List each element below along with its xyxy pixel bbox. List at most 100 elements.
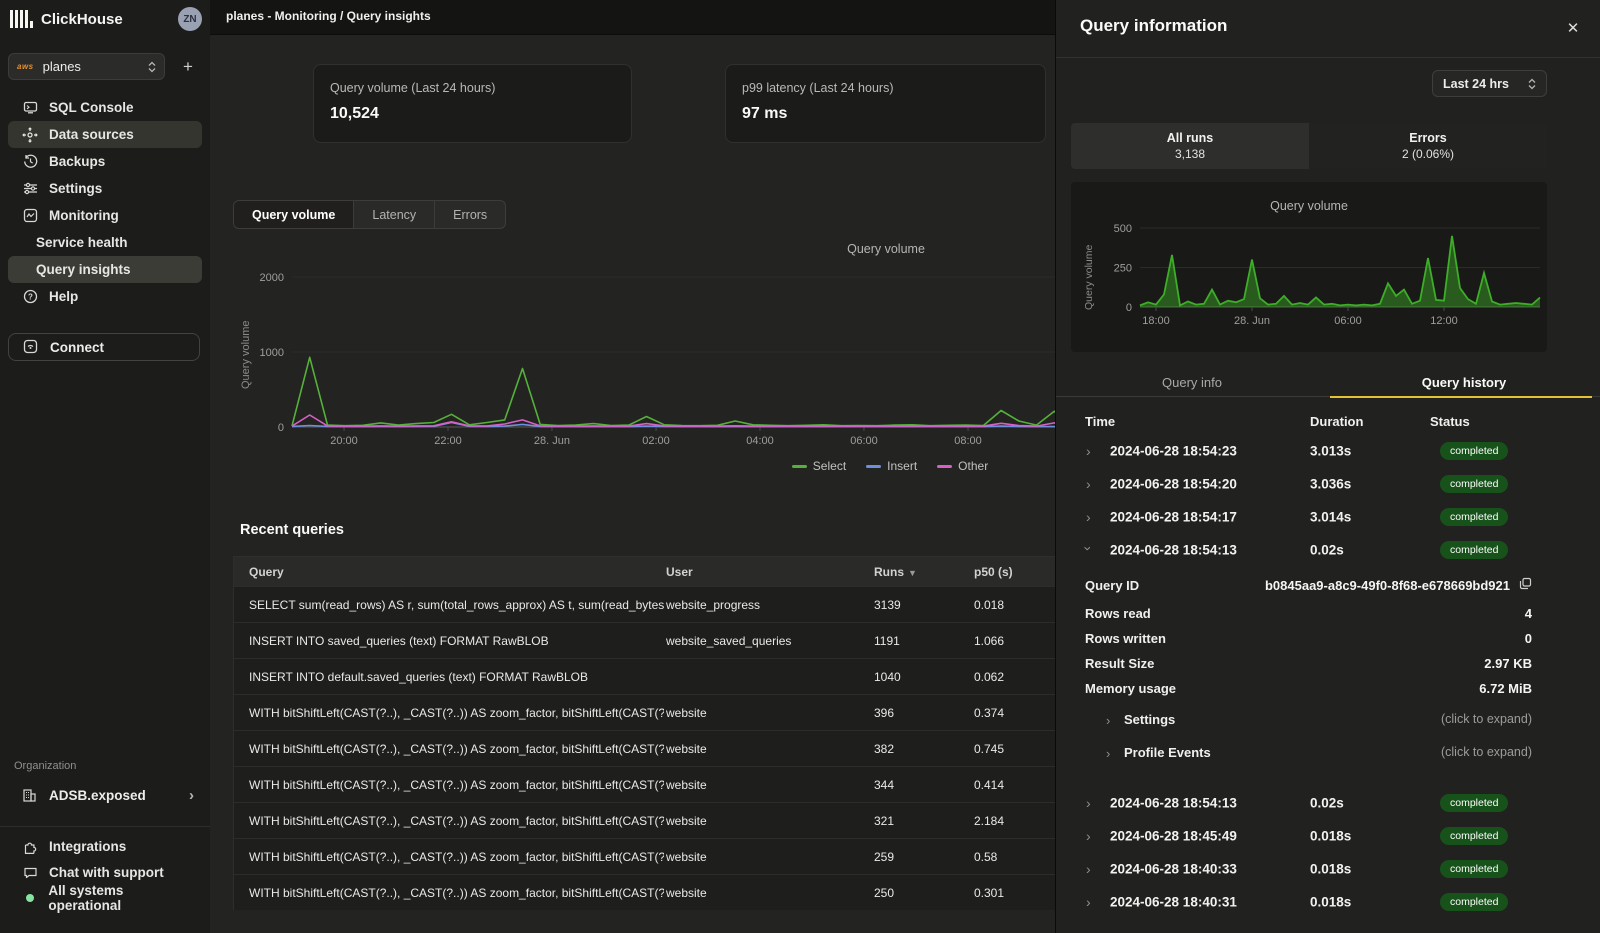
sidebar-item-backups[interactable]: Backups — [8, 148, 202, 175]
table-row[interactable]: SELECT sum(read_rows) AS r, sum(total_ro… — [234, 586, 1055, 622]
sidebar-item-data-sources[interactable]: Data sources — [8, 121, 202, 148]
connect-icon — [23, 339, 39, 355]
tab-latency[interactable]: Latency — [354, 201, 435, 228]
chevron-right-icon[interactable]: › — [1086, 861, 1091, 877]
legend-item-insert[interactable]: Insert — [866, 459, 917, 473]
history-row[interactable]: ›2024-06-28 18:40:310.018scompleted — [1056, 885, 1600, 918]
integrations-icon — [22, 838, 38, 854]
cell-user: website_saved_queries — [664, 634, 874, 648]
legend-item-other[interactable]: Other — [937, 459, 988, 473]
legend-label: Select — [813, 459, 846, 473]
history-row[interactable]: ›2024-06-28 18:45:490.018scompleted — [1056, 819, 1600, 852]
chevron-right-icon[interactable]: › — [1086, 828, 1091, 844]
table-row[interactable]: WITH bitShiftLeft(CAST(?..), _CAST(?..))… — [234, 802, 1055, 838]
history-rows: ›2024-06-28 18:54:233.013scompleted›2024… — [1056, 434, 1600, 566]
tab-query-history[interactable]: Query history — [1328, 368, 1600, 396]
cell-query: WITH bitShiftLeft(CAST(?..), _CAST(?..))… — [234, 778, 664, 792]
tab-errors[interactable]: Errors — [435, 201, 505, 228]
table-row[interactable]: INSERT INTO saved_queries (text) FORMAT … — [234, 622, 1055, 658]
table-row[interactable]: WITH bitShiftLeft(CAST(?..), _CAST(?..))… — [234, 766, 1055, 802]
chevron-right-icon[interactable]: › — [1086, 443, 1091, 459]
sidebar-item-service-health[interactable]: Service health — [8, 229, 202, 256]
copy-icon[interactable] — [1519, 577, 1532, 593]
chevron-down-icon[interactable]: › — [1080, 546, 1096, 551]
history-row[interactable]: ›2024-06-28 18:54:130.02scompleted — [1056, 786, 1600, 819]
toggle-errors[interactable]: Errors 2 (0.06%) — [1309, 123, 1547, 169]
legend-swatch — [937, 465, 952, 468]
cell-runs: 1191 — [874, 634, 974, 648]
time-range-select[interactable]: Last 24 hrs — [1432, 70, 1547, 97]
cell-user: website — [664, 814, 874, 828]
chevron-right-icon[interactable]: › — [1086, 795, 1091, 811]
chevron-right-icon[interactable]: › — [1086, 509, 1091, 525]
cell-p50: 0.58 — [974, 850, 1054, 864]
cell-user: website — [664, 778, 874, 792]
cell-query: WITH bitShiftLeft(CAST(?..), _CAST(?..))… — [234, 850, 664, 864]
settings-icon — [22, 181, 38, 197]
updown-chevron-icon — [148, 61, 156, 73]
expandable-profile-events[interactable]: ›Profile Events(click to expand) — [1106, 743, 1532, 765]
sidebar-nav: SQL ConsoleData sourcesBackupsSettingsMo… — [8, 94, 202, 310]
recent-queries-title: Recent queries — [240, 522, 344, 538]
cell-user: website — [664, 850, 874, 864]
sidebar-item-chat-with-support[interactable]: Chat with support — [8, 859, 202, 885]
history-row[interactable]: ›2024-06-28 18:54:173.014scompleted — [1056, 500, 1600, 533]
sidebar-item-all-systems-operational[interactable]: All systems operational — [8, 885, 202, 911]
toggle-all-runs[interactable]: All runs 3,138 — [1071, 123, 1309, 169]
stat-card-p99-latency: p99 latency (Last 24 hours) 97 ms — [725, 64, 1046, 143]
detail-label: Query ID — [1085, 578, 1139, 593]
detail-row: Result Size2.97 KB — [1085, 654, 1532, 676]
table-row[interactable]: WITH bitShiftLeft(CAST(?..), _CAST(?..))… — [234, 694, 1055, 730]
history-row[interactable]: ›2024-06-28 18:54:233.013scompleted — [1056, 434, 1600, 467]
tab-query-info[interactable]: Query info — [1056, 368, 1328, 396]
history-duration: 0.02s — [1310, 795, 1344, 810]
connect-button[interactable]: Connect — [8, 333, 200, 361]
runs-errors-toggle: All runs 3,138 Errors 2 (0.06%) — [1071, 123, 1547, 169]
svg-text:06:00: 06:00 — [850, 435, 878, 447]
organization-icon — [22, 788, 38, 804]
cell-p50: 1.066 — [974, 634, 1054, 648]
service-selector[interactable]: aws planes — [8, 53, 165, 80]
stat-label: p99 latency (Last 24 hours) — [742, 81, 1029, 95]
chevron-right-icon: › — [189, 787, 194, 804]
table-row[interactable]: INSERT INTO default.saved_queries (text)… — [234, 658, 1055, 694]
history-row[interactable]: ›2024-06-28 18:40:330.018scompleted — [1056, 852, 1600, 885]
legend-item-select[interactable]: Select — [792, 459, 846, 473]
sidebar-item-sql-console[interactable]: SQL Console — [8, 94, 202, 121]
avatar[interactable]: ZN — [178, 7, 202, 31]
tab-query-volume[interactable]: Query volume — [234, 201, 354, 228]
cell-runs: 321 — [874, 814, 974, 828]
history-row[interactable]: ›2024-06-28 18:54:203.036scompleted — [1056, 467, 1600, 500]
updown-chevron-icon — [1528, 78, 1536, 90]
chevron-right-icon[interactable]: › — [1086, 476, 1091, 492]
history-row[interactable]: ›2024-06-28 18:54:130.02scompleted — [1056, 533, 1600, 566]
sidebar-item-settings[interactable]: Settings — [8, 175, 202, 202]
service-selector-value: planes — [43, 59, 148, 74]
expandable-settings[interactable]: ›Settings(click to expand) — [1106, 710, 1532, 732]
table-row[interactable]: WITH bitShiftLeft(CAST(?..), _CAST(?..))… — [234, 838, 1055, 874]
organization-name: ADSB.exposed — [49, 788, 146, 803]
sidebar-item-integrations[interactable]: Integrations — [8, 833, 202, 859]
sidebar-item-query-insights[interactable]: Query insights — [8, 256, 202, 283]
cell-p50: 0.301 — [974, 886, 1054, 900]
sidebar-item-label: Chat with support — [49, 865, 164, 880]
column-header-runs[interactable]: Runs▼ — [874, 565, 974, 579]
detail-value: 6.72 MiB — [1479, 681, 1532, 696]
toggle-value: 3,138 — [1175, 147, 1205, 161]
svg-text:500: 500 — [1114, 223, 1132, 235]
close-icon[interactable]: ✕ — [1562, 17, 1584, 39]
expand-hint: (click to expand) — [1441, 745, 1532, 759]
column-header-user: User — [664, 565, 874, 579]
add-service-button[interactable]: + — [175, 53, 201, 80]
panel-title: Query information — [1080, 16, 1227, 36]
chevron-right-icon[interactable]: › — [1086, 894, 1091, 910]
table-row[interactable]: WITH bitShiftLeft(CAST(?..), _CAST(?..))… — [234, 730, 1055, 766]
expandable-label: Profile Events — [1124, 745, 1211, 760]
sidebar-item-monitoring[interactable]: Monitoring — [8, 202, 202, 229]
query-information-panel: Query information ✕ Last 24 hrs All runs… — [1056, 0, 1600, 933]
cell-p50: 0.062 — [974, 670, 1054, 684]
sidebar-item-help[interactable]: ?Help — [8, 283, 202, 310]
organization-item[interactable]: ADSB.exposed › — [8, 782, 202, 809]
table-row[interactable]: WITH bitShiftLeft(CAST(?..), _CAST(?..))… — [234, 874, 1055, 910]
status-badge: completed — [1440, 442, 1508, 460]
